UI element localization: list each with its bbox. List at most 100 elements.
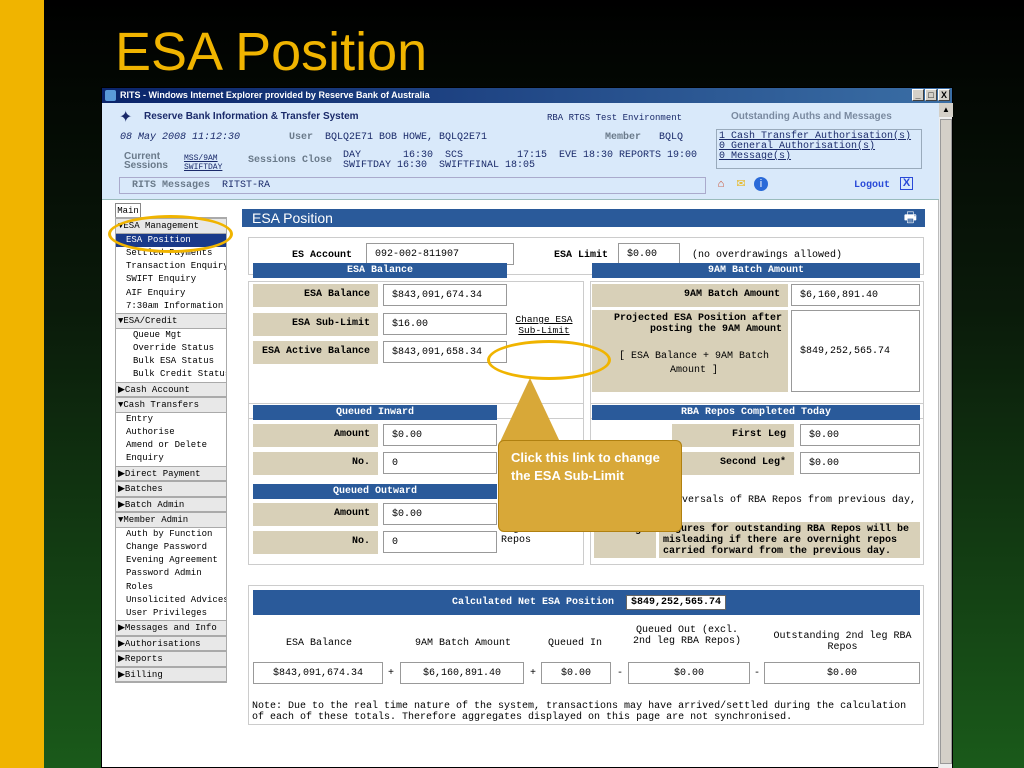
minimize-button[interactable]: _ [912, 89, 924, 101]
sidebar-item-authorise[interactable]: Authorise [116, 426, 226, 439]
batch-amount-label: 9AM Batch Amount [592, 284, 788, 307]
second-leg-label: Second Leg* [672, 452, 794, 475]
esa-balance-label: ESA Balance [253, 284, 378, 307]
calc-outstanding-repos: $0.00 [764, 662, 920, 684]
qo-no-label: No. [253, 531, 378, 554]
callout-bubble: Click this link to change the ESA Sub-Li… [498, 440, 682, 532]
sidebar-item-aif-enquiry[interactable]: AIF Enquiry [116, 287, 226, 300]
sidebar-item-change-password[interactable]: Change Password [116, 541, 226, 554]
vertical-scrollbar[interactable]: ▲ [938, 103, 953, 768]
sidebar-item-password-admin[interactable]: Password Admin [116, 567, 226, 580]
tab-main[interactable]: Main [115, 203, 141, 217]
header-icons: ⌂ ✉ i [714, 177, 768, 191]
scroll-thumb[interactable] [940, 119, 952, 764]
user-value: BQLQ2E71 BOB HOWE, BQLQ2E71 [325, 132, 488, 143]
session-close-times: DAY 16:30 SCS 17:15 EVE 18:30 REPORTS 19… [343, 151, 697, 171]
info-icon[interactable]: i [754, 177, 768, 191]
slide-title: ESA Position [115, 22, 428, 82]
page-title-bar: ESA Position 🖶 [242, 209, 925, 227]
col-batch-amount: 9AM Batch Amount [414, 638, 511, 649]
qi-amount-label: Amount [253, 424, 378, 447]
sessions-close-label: Sessions Close [248, 155, 333, 166]
esa-sublimit-label: ESA Sub-Limit [253, 313, 378, 336]
sidebar-item-queue-mgt[interactable]: Queue Mgt [116, 329, 226, 342]
queued-inward-header: Queued Inward [253, 405, 497, 420]
session-link-swiftday[interactable]: SWIFTDAY [184, 163, 222, 172]
batch-amount-field: $6,160,891.40 [791, 284, 920, 306]
sidebar-item-bulk-credit-status[interactable]: Bulk Credit Status [116, 368, 226, 381]
sidebar-item-billing[interactable]: ▶Billing [116, 666, 226, 683]
sidebar-item-unsolicited-advices[interactable]: Unsolicited Advices [116, 594, 226, 607]
repos-header: RBA Repos Completed Today [592, 405, 920, 420]
sidebar-item-override-status[interactable]: Override Status [116, 342, 226, 355]
sidebar-item-direct-payment[interactable]: ▶Direct Payment [116, 465, 226, 481]
col-esa-balance: ESA Balance [285, 638, 352, 649]
op-plus-2: + [530, 668, 537, 679]
sync-note: Note: Due to the real time nature of the… [252, 701, 907, 723]
sidebar-item-enquiry[interactable]: Enquiry [116, 452, 226, 465]
callout-pointer [500, 378, 560, 442]
ie-icon [105, 90, 116, 101]
sidebar-item-user-privileges[interactable]: User Privileges [116, 607, 226, 620]
sidebar-item-authorisations[interactable]: ▶Authorisations [116, 635, 226, 652]
batch-header: 9AM Batch Amount [592, 263, 920, 278]
col-queued-in: Queued In [547, 638, 602, 649]
change-esa-sublimit-link[interactable]: Change ESA Sub-Limit [508, 314, 580, 336]
sidebar-nav: Main ▼ESA Management ESA Position Settled … [115, 203, 227, 684]
first-leg-field: $0.00 [800, 424, 920, 446]
sidebar-item-7-30am-information[interactable]: 7:30am Information [116, 300, 226, 313]
esa-balance-field: $843,091,674.34 [383, 284, 507, 306]
col-outstanding-repos: Outstanding 2nd leg RBA Repos [773, 631, 912, 653]
member-label: Member [605, 132, 642, 143]
user-info: User BQLQ2E71 BOB HOWE, BQLQ2E71 [289, 132, 487, 143]
sidebar-item-bulk-esa-status[interactable]: Bulk ESA Status [116, 355, 226, 368]
session-link-mss[interactable]: MSS/9AM [184, 154, 222, 163]
sidebar-item-entry[interactable]: Entry [116, 413, 226, 426]
scroll-up-icon[interactable]: ▲ [939, 103, 953, 117]
op-minus-1: - [617, 668, 624, 679]
rits-messages: RITS Messages RITST-RA [132, 180, 270, 191]
rits-messages-label: RITS Messages [132, 180, 211, 191]
warning-text: Figures for outstanding RBA Repos will b… [659, 522, 920, 558]
sidebar-item-reports[interactable]: ▶Reports [116, 651, 226, 667]
logout-x-icon[interactable]: X [900, 177, 913, 190]
sidebar-item-messages-and-info[interactable]: ▶Messages and Info [116, 620, 226, 636]
page-title: ESA Position [252, 210, 333, 226]
sidebar-item-esa-credit[interactable]: ▼ESA/Credit [116, 313, 226, 329]
logout-link[interactable]: Logout [854, 180, 890, 191]
session-times-line2: SWIFTDAY 16:30 SWIFTFINAL 18:05 [343, 160, 536, 171]
sidebar-item-cash-account[interactable]: ▶Cash Account [116, 381, 226, 397]
esa-limit-label: ESA Limit [554, 250, 609, 261]
sidebar-item-evening-agreement[interactable]: Evening Agreement [116, 554, 226, 567]
printer-icon[interactable]: 🖶 [904, 210, 917, 228]
system-name: Reserve Bank Information & Transfer Syst… [144, 111, 359, 122]
sidebar-item-auth-by-function[interactable]: Auth by Function [116, 528, 226, 541]
maximize-button[interactable]: □ [925, 89, 937, 101]
calc-header: Calculated Net ESA Position $849,252,565… [253, 590, 920, 615]
mail-icon[interactable]: ✉ [734, 177, 748, 191]
sidebar-item-amend-or-delete[interactable]: Amend or Delete [116, 439, 226, 452]
messages-link[interactable]: 0 Message(s) [719, 152, 919, 162]
sidebar-menu: ▼ESA Management ESA Position Settled Payme… [115, 217, 227, 684]
window-title: RITS - Windows Internet Explorer provide… [120, 90, 430, 100]
rits-messages-value: RITST-RA [222, 180, 271, 191]
sidebar-item-batches[interactable]: ▶Batches [116, 481, 226, 497]
sidebar-item-transaction-enquiry[interactable]: Transaction Enquiry [116, 260, 226, 273]
close-button[interactable]: X [938, 89, 950, 101]
sidebar-item-cash-transfers[interactable]: ▼Cash Transfers [116, 397, 226, 413]
member-value: BQLQ [659, 132, 684, 143]
projected-formula: [ ESA Balance + 9AM Batch Amount ] [618, 351, 770, 376]
second-leg-field: $0.00 [800, 452, 920, 474]
sidebar-item-batch-admin[interactable]: ▶Batch Admin [116, 496, 226, 512]
sidebar-item-roles[interactable]: Roles [116, 581, 226, 594]
esa-balance-header: ESA Balance [253, 263, 507, 278]
home-icon[interactable]: ⌂ [714, 177, 728, 191]
sidebar-item-swift-enquiry[interactable]: SWIFT Enquiry [116, 273, 226, 286]
esa-limit-field: $0.00 [618, 243, 680, 265]
session-datetime: 08 May 2008 11:12:30 [120, 132, 241, 143]
calc-batch-amount: $6,160,891.40 [400, 662, 524, 684]
sidebar-item-member-admin[interactable]: ▼Member Admin [116, 512, 226, 528]
qo-no-field: 0 [383, 531, 497, 553]
projected-value-field: $849,252,565.74 [791, 310, 920, 392]
calc-label: Calculated Net ESA Position [452, 597, 615, 608]
